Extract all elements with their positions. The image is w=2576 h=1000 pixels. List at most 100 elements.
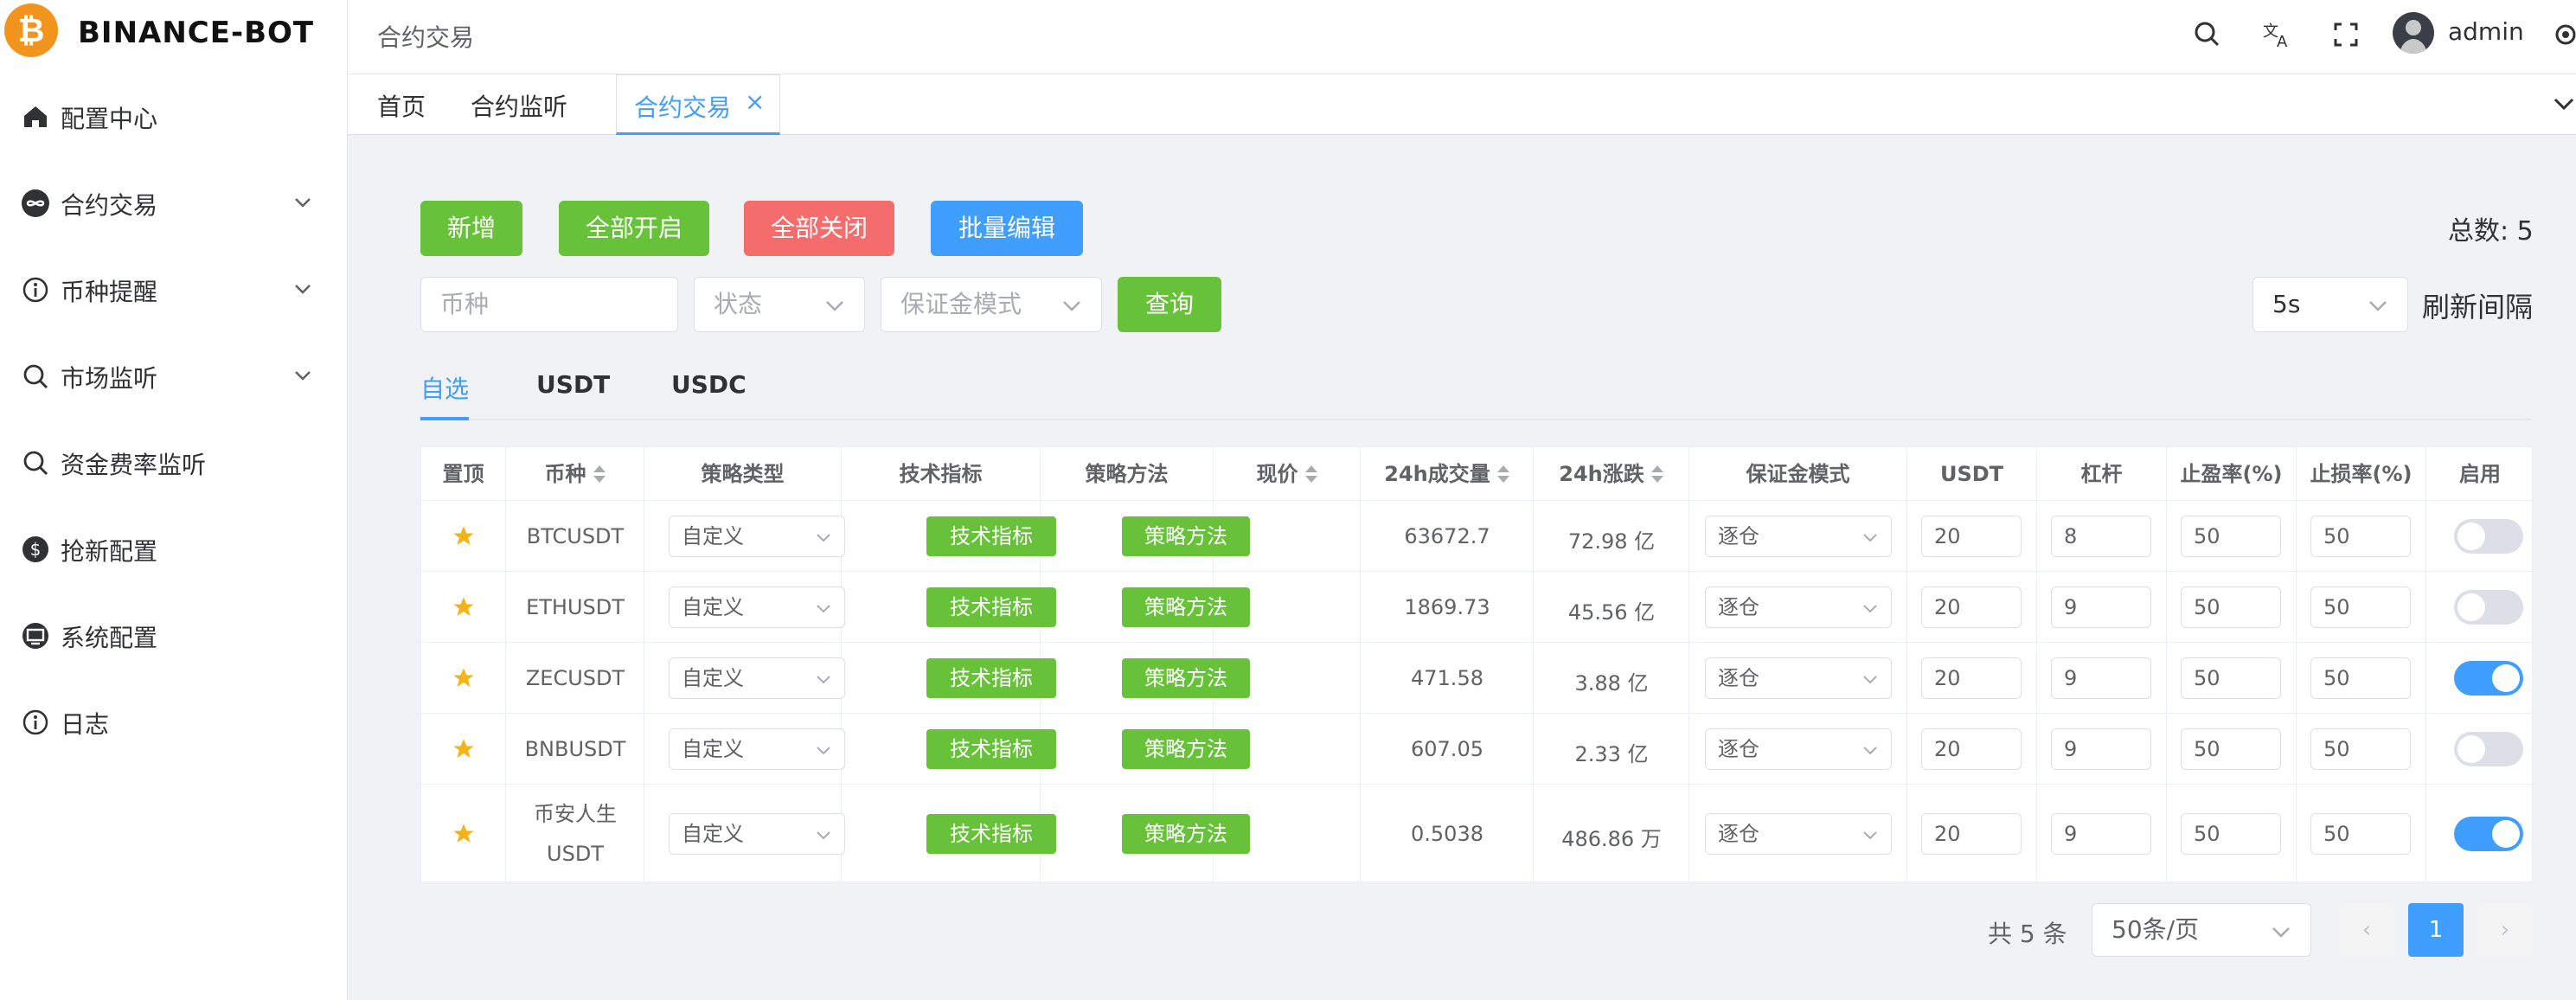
take-profit-input[interactable]: 50 <box>2181 728 2281 770</box>
sort-icon[interactable] <box>593 465 606 484</box>
tech-indicator-button[interactable]: 技术指标 <box>926 814 1056 854</box>
chevron-down-icon <box>291 363 315 388</box>
chevron-down-icon[interactable] <box>2552 92 2576 116</box>
tech-indicator-button[interactable]: 技术指标 <box>926 587 1056 627</box>
strategy-type-select[interactable]: 自定义 <box>669 813 845 855</box>
next-page-button[interactable]: › <box>2477 903 2533 957</box>
strategy-method-button[interactable]: 策略方法 <box>1122 729 1250 769</box>
enable-toggle[interactable] <box>2454 817 2523 851</box>
column-header[interactable]: 24h涨跌 <box>1534 447 1689 501</box>
stop-loss-input[interactable]: 50 <box>2310 813 2411 855</box>
pin-star-icon[interactable] <box>452 666 476 690</box>
fullscreen-icon[interactable] <box>2329 17 2363 52</box>
margin-mode-select[interactable]: 逐仓 <box>1705 587 1892 628</box>
leverage-input[interactable]: 9 <box>2051 813 2151 855</box>
strategy-type-select[interactable]: 自定义 <box>669 587 845 628</box>
enable-toggle[interactable] <box>2454 519 2523 554</box>
pin-star-icon[interactable] <box>452 822 476 846</box>
column-header[interactable]: 现价 <box>1214 447 1361 501</box>
pin-star-icon[interactable] <box>452 595 476 619</box>
sidebar-item-1[interactable]: 合约交易 <box>0 161 348 247</box>
usdt-input[interactable]: 20 <box>1921 657 2022 699</box>
pin-star-icon[interactable] <box>452 737 476 761</box>
tech-indicator-button[interactable]: 技术指标 <box>926 516 1056 556</box>
usdt-input[interactable]: 20 <box>1921 587 2022 628</box>
take-profit-input[interactable]: 50 <box>2181 516 2281 557</box>
sidebar-item-4[interactable]: 资金费率监听 <box>0 420 348 507</box>
strategy-type-select[interactable]: 自定义 <box>669 516 845 557</box>
page-size-select[interactable]: 50条/页 <box>2092 903 2311 957</box>
refresh-interval-label: 刷新间隔 <box>2422 291 2534 324</box>
tab-usdt[interactable]: USDT <box>536 370 610 399</box>
leverage-input[interactable]: 9 <box>2051 728 2151 770</box>
margin-mode-select[interactable]: 逐仓 <box>1705 728 1892 770</box>
user-name[interactable]: admin <box>2448 17 2524 46</box>
sidebar-item-6[interactable]: 系统配置 <box>0 593 348 680</box>
margin-mode-select[interactable]: 逐仓 <box>1705 813 1892 855</box>
leverage-input[interactable]: 9 <box>2051 587 2151 628</box>
column-header[interactable]: 24h成交量 <box>1361 447 1534 501</box>
column-header[interactable]: 币种 <box>506 447 644 501</box>
close-all-button[interactable]: 全部关闭 <box>744 201 894 256</box>
stop-loss-input[interactable]: 50 <box>2310 728 2411 770</box>
translate-icon[interactable]: 文A <box>2259 17 2294 52</box>
tab-home[interactable]: 首页 <box>377 88 426 123</box>
strategy-method-button[interactable]: 策略方法 <box>1122 587 1250 627</box>
tab-contract-monitor[interactable]: 合约监听 <box>471 88 567 123</box>
sort-icon[interactable] <box>1496 465 1509 484</box>
close-icon[interactable]: × <box>745 87 765 116</box>
tech-indicator-button[interactable]: 技术指标 <box>926 729 1056 769</box>
tab-favorites[interactable]: 自选 <box>420 370 469 405</box>
margin-placeholder: 保证金模式 <box>900 290 1022 318</box>
search-icon[interactable] <box>2190 17 2225 52</box>
tab-usdc[interactable]: USDC <box>671 370 747 399</box>
page-1-button[interactable]: 1 <box>2408 903 2464 957</box>
take-profit-input[interactable]: 50 <box>2181 587 2281 628</box>
gear-icon[interactable] <box>2548 17 2576 52</box>
stop-loss-input[interactable]: 50 <box>2310 516 2411 557</box>
strategy-type-select[interactable]: 自定义 <box>669 728 845 770</box>
sidebar-item-3[interactable]: 市场监听 <box>0 334 348 420</box>
strategy-method-button[interactable]: 策略方法 <box>1122 814 1250 854</box>
pin-star-icon[interactable] <box>452 524 476 548</box>
open-all-button[interactable]: 全部开启 <box>559 201 709 256</box>
strategy-method-button[interactable]: 策略方法 <box>1122 516 1250 556</box>
enable-toggle[interactable] <box>2454 661 2523 696</box>
enable-toggle[interactable] <box>2454 590 2523 625</box>
take-profit-input[interactable]: 50 <box>2181 657 2281 699</box>
leverage-input[interactable]: 9 <box>2051 657 2151 699</box>
margin-mode-select[interactable]: 逐仓 <box>1705 657 1892 699</box>
pagination-total: 共 5 条 <box>1988 920 2067 948</box>
status-select[interactable]: 状态 <box>694 277 865 332</box>
sort-icon[interactable] <box>1304 465 1317 484</box>
prev-page-button[interactable]: ‹ <box>2339 903 2394 957</box>
take-profit-input[interactable]: 50 <box>2181 813 2281 855</box>
symbol-input[interactable]: 币种 <box>420 277 678 332</box>
column-header: 置顶 <box>421 447 506 501</box>
usdt-input[interactable]: 20 <box>1921 728 2022 770</box>
margin-mode-select[interactable]: 逐仓 <box>1705 516 1892 557</box>
add-button[interactable]: 新增 <box>420 201 522 256</box>
tab-contract-trading[interactable]: 合约交易 × <box>616 74 780 135</box>
stop-loss-input[interactable]: 50 <box>2310 657 2411 699</box>
sort-icon[interactable] <box>1650 465 1663 484</box>
tech-indicator-button[interactable]: 技术指标 <box>926 658 1056 698</box>
usdt-input[interactable]: 20 <box>1921 813 2022 855</box>
strategy-method-button[interactable]: 策略方法 <box>1122 658 1250 698</box>
sidebar-item-7[interactable]: 日志 <box>0 680 348 766</box>
refresh-interval-select[interactable]: 5s <box>2252 277 2408 332</box>
avatar[interactable] <box>2393 12 2434 54</box>
usdt-input[interactable]: 20 <box>1921 516 2022 557</box>
sidebar-item-0[interactable]: 配置中心 <box>0 74 348 161</box>
leverage-input[interactable]: 8 <box>2051 516 2151 557</box>
query-button[interactable]: 查询 <box>1118 277 1221 332</box>
sidebar-item-2[interactable]: 币种提醒 <box>0 247 348 334</box>
sidebar-item-5[interactable]: $ 抢新配置 <box>0 507 348 593</box>
app-logo[interactable]: ₿ BINANCE-BOT <box>0 0 348 69</box>
margin-mode-select[interactable]: 保证金模式 <box>881 277 1102 332</box>
enable-toggle[interactable] <box>2454 732 2523 766</box>
strategy-type-select[interactable]: 自定义 <box>669 657 845 699</box>
stop-loss-input[interactable]: 50 <box>2310 587 2411 628</box>
strategy-type-value: 自定义 <box>682 822 744 846</box>
batch-edit-button[interactable]: 批量编辑 <box>931 201 1083 256</box>
